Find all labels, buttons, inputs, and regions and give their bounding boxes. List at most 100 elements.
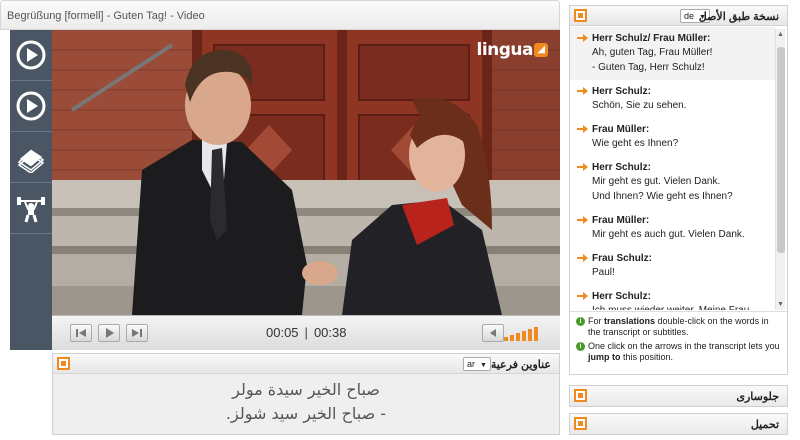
info-icon: i	[576, 317, 585, 326]
help-text-pre: One click on the arrows in the transcrip…	[588, 341, 780, 351]
video-title: Begrüßung [formell] - Guten Tag! - Video	[7, 10, 205, 22]
play-video-button[interactable]	[10, 30, 52, 81]
subtitle-text[interactable]: صباح الخير سيدة مولر - صباح الخير سيد شو…	[53, 378, 559, 426]
transcript-title: نسخة طبق الأصل	[698, 11, 779, 23]
transcript-language-value: de	[684, 11, 695, 21]
video-titlebar: Begrüßung [formell] - Guten Tag! - Video	[0, 0, 560, 30]
current-time: 00:05	[266, 325, 299, 340]
transcript-line[interactable]: Ah, guten Tag, Frau Müller!	[570, 45, 775, 60]
glossary-section[interactable]: جلوسارى	[569, 385, 788, 407]
transcript-speaker: Frau Schulz:	[570, 252, 775, 265]
transcript-entry[interactable]: Herr Schulz: Mir geht es gut. Vielen Dank…	[570, 156, 775, 209]
help-text-bold: translations	[604, 316, 656, 326]
transcript-list: Herr Schulz/ Frau Müller: Ah, guten Tag, …	[570, 27, 775, 310]
transcript-line[interactable]: Schön, Sie zu sehen.	[570, 98, 775, 113]
help-text-bold: jump to	[588, 352, 621, 362]
lingua-logo: lingua ◢	[476, 40, 548, 60]
subtitles-toggle-icon[interactable]	[57, 357, 70, 370]
speaker-name: Herr Schulz/ Frau Müller:	[592, 33, 711, 44]
side-toolbar	[10, 30, 52, 350]
subtitles-header: ar ▼ عناوين فرعية	[53, 354, 559, 374]
play-circle-icon	[16, 40, 46, 70]
play-button[interactable]	[98, 324, 120, 342]
transcript-line[interactable]: - Guten Tag, Herr Schulz!	[570, 60, 775, 75]
transcript-speaker: Herr Schulz:	[570, 85, 775, 98]
speaker-name: Herr Schulz:	[592, 86, 651, 97]
help-text-pre: For	[588, 316, 605, 326]
volume-toggle-button[interactable]	[482, 324, 504, 342]
speaker-name: Herr Schulz:	[592, 162, 651, 173]
jump-arrow-icon[interactable]	[577, 215, 588, 225]
transcript-line[interactable]: Und Ihnen? Wie geht es Ihnen?	[570, 189, 775, 204]
flashcards-icon	[17, 148, 45, 173]
flashcards-button[interactable]	[10, 132, 52, 183]
transcript-line[interactable]: Ich muss wieder weiter. Meine Frau	[570, 303, 775, 310]
jump-arrow-icon[interactable]	[577, 162, 588, 172]
weightlifter-icon	[17, 197, 45, 223]
play-circle-icon	[16, 91, 46, 121]
subtitles-panel: ar ▼ عناوين فرعية صباح الخير سيدة مولر - …	[52, 353, 560, 435]
speaker-name: Herr Schulz:	[592, 291, 651, 302]
transcript-entry[interactable]: Frau Müller: Mir geht es auch gut. Vielen…	[570, 209, 775, 247]
total-time: 00:38	[313, 325, 347, 340]
rewind-icon	[76, 329, 86, 337]
jump-arrow-icon[interactable]	[577, 86, 588, 96]
volume-left-arrow-icon	[490, 329, 496, 337]
subtitle-line[interactable]: - صباح الخير سيد شولز.	[53, 402, 559, 426]
rewind-button[interactable]	[70, 324, 92, 342]
speaker-name: Frau Müller:	[592, 124, 650, 135]
video-frame[interactable]: lingua ◢	[52, 30, 560, 315]
glossary-toggle-icon[interactable]	[574, 389, 587, 402]
transcript-speaker: Frau Müller:	[570, 214, 775, 227]
transcript-entry[interactable]: Frau Schulz: Paul!	[570, 247, 775, 285]
help-jump-to: i One click on the arrows in the transcr…	[576, 341, 782, 363]
transcript-entry[interactable]: Herr Schulz/ Frau Müller: Ah, guten Tag, …	[570, 27, 775, 80]
transcript-header: de ▼ نسخة طبق الأصل	[570, 6, 787, 26]
subtitles-language-value: ar	[467, 359, 476, 369]
glossary-label: جلوسارى	[736, 391, 779, 403]
scroll-up-icon[interactable]: ▲	[777, 31, 784, 38]
jump-arrow-icon[interactable]	[577, 124, 588, 134]
transcript-scrollbar[interactable]: ▲ ▼	[775, 29, 785, 310]
transcript-panel: de ▼ نسخة طبق الأصل Herr Schulz/ Frau Mül…	[569, 5, 788, 375]
subtitles-language-select[interactable]: ar ▼	[463, 357, 491, 371]
transcript-line[interactable]: Mir geht es auch gut. Vielen Dank.	[570, 227, 775, 242]
help-text-post: this position.	[620, 352, 674, 362]
volume-level-icon[interactable]	[504, 327, 544, 341]
transcript-line[interactable]: Paul!	[570, 265, 775, 280]
jump-arrow-icon[interactable]	[577, 33, 588, 43]
download-toggle-icon[interactable]	[574, 417, 587, 430]
transcript-entry[interactable]: Herr Schulz: Schön, Sie zu sehen.	[570, 80, 775, 118]
subtitle-line[interactable]: صباح الخير سيدة مولر	[53, 378, 559, 402]
jump-arrow-icon[interactable]	[577, 253, 588, 263]
logo-text: lingua	[476, 40, 534, 60]
chevron-down-icon: ▼	[480, 362, 487, 369]
transcript-speaker: Herr Schulz/ Frau Müller:	[570, 32, 775, 45]
subtitles-title: عناوين فرعية	[490, 359, 551, 371]
video-panel: Begrüßung [formell] - Guten Tag! - Video	[0, 0, 560, 350]
video-controls: 00:05 | 00:38	[52, 315, 560, 350]
forward-button[interactable]	[126, 324, 148, 342]
download-label: تحميل	[750, 419, 779, 431]
transcript-help: i For translations double-click on the w…	[570, 311, 787, 375]
transcript-line[interactable]: Mir geht es gut. Vielen Dank.	[570, 174, 775, 189]
speaker-name: Frau Müller:	[592, 215, 650, 226]
scroll-down-icon[interactable]: ▼	[777, 301, 784, 308]
jump-arrow-icon[interactable]	[577, 291, 588, 301]
transcript-speaker: Herr Schulz:	[570, 290, 775, 303]
scrollbar-thumb[interactable]	[777, 47, 785, 253]
transcript-entry[interactable]: Frau Müller: Wie geht es Ihnen?	[570, 118, 775, 156]
forward-icon	[132, 329, 142, 337]
transcript-toggle-icon[interactable]	[574, 9, 587, 22]
transcript-speaker: Frau Müller:	[570, 123, 775, 136]
play-icon	[106, 328, 114, 338]
transcript-entry[interactable]: Herr Schulz:Ich muss wieder weiter. Mein…	[570, 285, 775, 310]
exercises-button[interactable]	[10, 183, 52, 234]
logo-badge: ◢	[534, 43, 548, 57]
download-section[interactable]: تحميل	[569, 413, 788, 435]
transcript-line[interactable]: Wie geht es Ihnen?	[570, 136, 775, 151]
info-icon: i	[576, 342, 585, 351]
help-translations: i For translations double-click on the w…	[576, 316, 782, 338]
play-audio-button[interactable]	[10, 81, 52, 132]
transcript-speaker: Herr Schulz:	[570, 161, 775, 174]
